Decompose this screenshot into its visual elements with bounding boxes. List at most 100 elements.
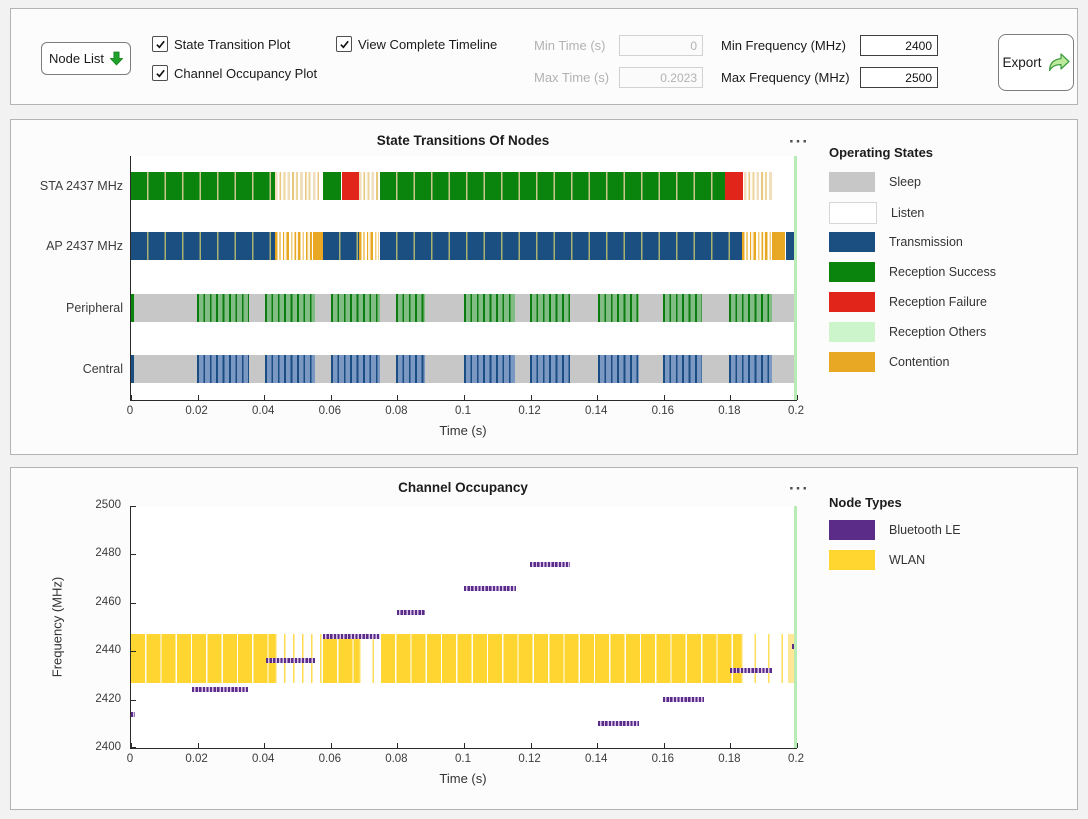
state-row-sta-2437-mhz xyxy=(131,172,797,200)
segment-tx-blocks xyxy=(131,232,275,260)
x-tick-mark xyxy=(797,395,798,400)
checkbox-state-transition[interactable]: State Transition Plot xyxy=(152,36,290,52)
checkbox-channel-occupancy[interactable]: Channel Occupancy Plot xyxy=(152,65,317,81)
state-plot-xlabel: Time (s) xyxy=(130,423,796,438)
segment-tx-blocks xyxy=(323,232,360,260)
checkbox-view-complete-timeline[interactable]: View Complete Timeline xyxy=(336,36,497,52)
checkbox-label: State Transition Plot xyxy=(174,37,290,52)
wlan-band-segment xyxy=(381,634,741,682)
segment-tx xyxy=(131,355,134,383)
timeline-cursor xyxy=(794,156,797,400)
check-icon xyxy=(339,39,350,50)
x-tick-label: 0.04 xyxy=(252,405,274,417)
y-tick-mark xyxy=(131,651,136,652)
min-frequency-input[interactable] xyxy=(860,35,938,56)
legend-label: WLAN xyxy=(889,553,925,567)
legend-label: Reception Success xyxy=(889,265,996,279)
segment-mix-tan xyxy=(744,172,772,200)
x-tick-label: 0.2 xyxy=(788,405,804,417)
occupancy-plot-options-menu[interactable]: ··· xyxy=(779,482,819,496)
ble-transmission-segment xyxy=(192,687,249,692)
node-list-label: Node List xyxy=(49,51,104,66)
legend-item-sleep: Sleep xyxy=(829,172,921,192)
legend-label: Bluetooth LE xyxy=(889,523,961,537)
check-icon xyxy=(155,68,166,79)
x-tick-mark xyxy=(531,743,532,748)
wlan-band-segment xyxy=(131,634,275,682)
x-tick-label: 0.12 xyxy=(518,405,540,417)
x-tick-mark xyxy=(664,743,665,748)
channel-occupancy-panel: Channel Occupancy ··· Frequency (MHz) 24… xyxy=(10,467,1078,810)
segment-ble-tx xyxy=(197,355,248,383)
state-row-central xyxy=(131,355,797,383)
wlan-band-segment xyxy=(359,634,381,682)
ble-transmission-segment xyxy=(598,721,639,726)
segment-rx xyxy=(323,172,342,200)
max-time-input[interactable] xyxy=(619,67,703,88)
legend-item-listen: Listen xyxy=(829,202,924,224)
max-frequency-input[interactable] xyxy=(860,67,938,88)
wlan-band-segment xyxy=(323,634,359,682)
row-label: Central xyxy=(11,355,123,383)
legend-label: Reception Failure xyxy=(889,295,987,309)
occupancy-plot-area xyxy=(130,506,797,749)
legend-item-transmission: Transmission xyxy=(829,232,963,252)
segment-fail xyxy=(725,172,743,200)
row-label: STA 2437 MHz xyxy=(11,172,123,200)
segment-ble-tx xyxy=(396,355,424,383)
app-window: Node List State Transition Plot Channel … xyxy=(0,0,1088,819)
checkbox-icon[interactable] xyxy=(336,36,352,52)
ble-transmission-segment xyxy=(397,610,425,615)
state-row-ap-2437-mhz xyxy=(131,232,797,260)
legend-swatch xyxy=(829,172,875,192)
occupancy-plot-title: Channel Occupancy xyxy=(130,480,796,495)
x-tick-label: 0.1 xyxy=(455,753,471,765)
x-tick-label: 0.02 xyxy=(185,405,207,417)
segment-mix-orange xyxy=(742,232,771,260)
min-time-label: Min Time (s) xyxy=(534,38,606,53)
x-tick-label: 0.08 xyxy=(385,405,407,417)
max-time-label: Max Time (s) xyxy=(534,70,609,85)
x-tick-label: 0.16 xyxy=(652,753,674,765)
x-tick-label: 0 xyxy=(127,405,133,417)
legend-swatch xyxy=(829,322,875,342)
x-tick-label: 0.18 xyxy=(718,753,740,765)
y-tick-label: 2400 xyxy=(83,741,121,753)
x-tick-label: 0.1 xyxy=(455,405,471,417)
node-list-button[interactable]: Node List xyxy=(41,42,131,75)
y-tick-mark xyxy=(131,700,136,701)
y-tick-label: 2500 xyxy=(83,499,121,511)
ble-transmission-segment xyxy=(530,562,570,567)
segment-ble-rx xyxy=(729,294,772,322)
x-tick-mark xyxy=(597,395,598,400)
segment-mix-orange xyxy=(275,232,314,260)
checkbox-icon[interactable] xyxy=(152,36,168,52)
y-tick-label: 2440 xyxy=(83,644,121,656)
state-plot-options-menu[interactable]: ··· xyxy=(779,135,819,149)
state-plot-title: State Transitions Of Nodes xyxy=(130,133,796,148)
segment-ble-rx xyxy=(331,294,381,322)
checkbox-icon[interactable] xyxy=(152,65,168,81)
checkbox-label: View Complete Timeline xyxy=(358,37,497,52)
legend-title: Node Types xyxy=(829,495,1074,510)
y-tick-mark xyxy=(131,603,136,604)
segment-rx-blocks xyxy=(131,172,275,200)
legend-title: Operating States xyxy=(829,145,1074,160)
export-button[interactable]: Export xyxy=(998,34,1074,91)
legend-swatch xyxy=(829,352,875,372)
legend-item-wlan: WLAN xyxy=(829,550,925,570)
legend-swatch xyxy=(829,262,875,282)
min-time-input[interactable] xyxy=(619,35,703,56)
state-plot-area xyxy=(130,156,797,401)
y-tick-label: 2420 xyxy=(83,693,121,705)
x-tick-mark xyxy=(264,743,265,748)
x-tick-mark xyxy=(331,395,332,400)
legend-item-contention: Contention xyxy=(829,352,949,372)
row-label: Peripheral xyxy=(11,294,123,322)
x-tick-label: 0.02 xyxy=(185,753,207,765)
segment-ble-tx xyxy=(663,355,702,383)
segment-rx xyxy=(131,294,134,322)
segment-mix-tan xyxy=(275,172,320,200)
timeline-cursor xyxy=(794,506,797,748)
x-tick-label: 0.2 xyxy=(788,753,804,765)
